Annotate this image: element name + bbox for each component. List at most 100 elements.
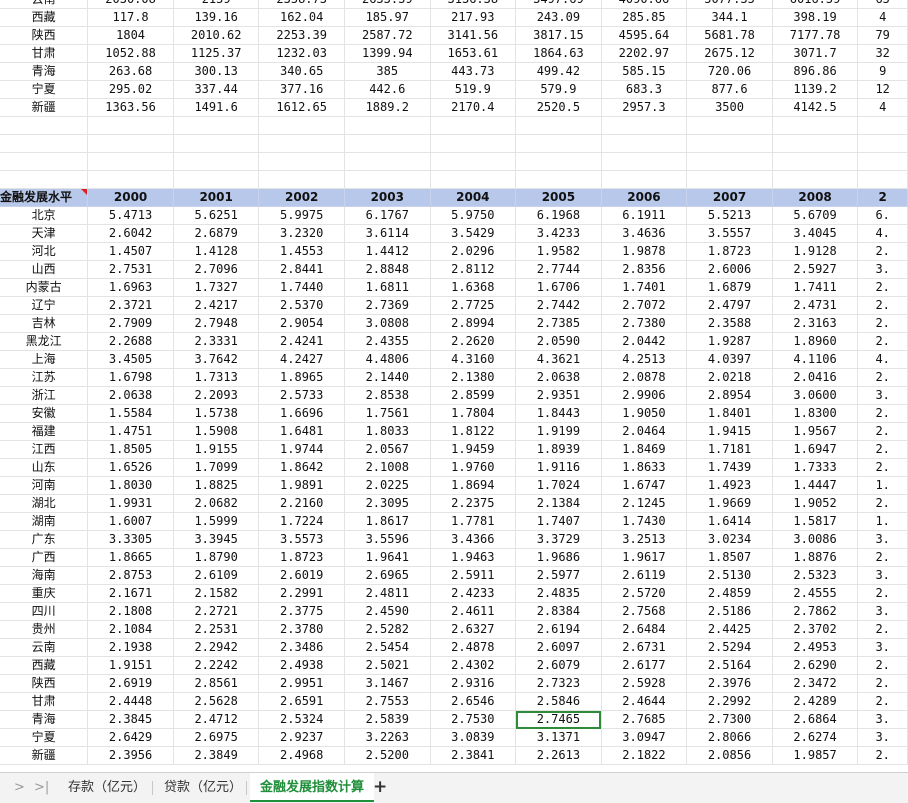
province-cell[interactable]: 新疆	[0, 746, 89, 765]
data-cell[interactable]: 1.7781	[430, 512, 517, 531]
data-cell[interactable]: 499.42	[515, 62, 602, 81]
province-cell[interactable]: 四川	[0, 602, 89, 621]
data-cell[interactable]: 3.0234	[686, 530, 773, 549]
data-cell[interactable]: 2.0225	[344, 476, 431, 495]
data-cell[interactable]: 2.8599	[430, 386, 517, 405]
data-cell[interactable]: 1125.37	[173, 44, 260, 63]
data-cell[interactable]: 2.6484	[601, 620, 688, 639]
data-cell[interactable]: 2007	[686, 188, 773, 207]
data-cell[interactable]: 1.4128	[173, 242, 260, 261]
empty-cell[interactable]	[430, 116, 517, 135]
data-cell[interactable]: 4.1106	[772, 350, 859, 369]
data-cell[interactable]: 2.7465	[515, 710, 602, 729]
empty-cell[interactable]	[173, 170, 260, 189]
data-cell[interactable]: 2.7909	[87, 314, 174, 333]
data-cell[interactable]: 2.0416	[772, 368, 859, 387]
data-cell[interactable]: 1.8939	[515, 440, 602, 459]
data-cell[interactable]: 2.4448	[87, 692, 174, 711]
data-cell[interactable]: 2.0856	[686, 746, 773, 765]
data-cell[interactable]: 2.7568	[601, 602, 688, 621]
data-cell[interactable]: 3.4636	[601, 224, 688, 243]
data-cell[interactable]: 2002	[258, 188, 345, 207]
empty-cell[interactable]	[258, 116, 345, 135]
data-cell[interactable]: 2.5720	[601, 584, 688, 603]
data-cell[interactable]: 3.	[857, 530, 908, 549]
data-cell[interactable]: 1.9155	[173, 440, 260, 459]
data-cell[interactable]: 3.3305	[87, 530, 174, 549]
data-cell[interactable]: 2.	[857, 440, 908, 459]
data-cell[interactable]: 2.6429	[87, 728, 174, 747]
data-cell[interactable]: 1.9931	[87, 494, 174, 513]
data-cell[interactable]: 1.8122	[430, 422, 517, 441]
empty-cell[interactable]	[87, 170, 174, 189]
data-cell[interactable]: 1.8723	[258, 548, 345, 567]
data-cell[interactable]: 5.5213	[686, 206, 773, 225]
tab-deposits[interactable]: 存款（亿元）	[58, 773, 156, 802]
data-cell[interactable]: 2.7553	[344, 692, 431, 711]
data-cell[interactable]: 2.2991	[258, 584, 345, 603]
data-cell[interactable]: 2.5927	[772, 260, 859, 279]
data-cell[interactable]: 3.	[857, 260, 908, 279]
data-cell[interactable]: 6.	[857, 206, 908, 225]
data-cell[interactable]: 1.7224	[258, 512, 345, 531]
data-cell[interactable]: 2.4611	[430, 602, 517, 621]
data-cell[interactable]: 2.6079	[515, 656, 602, 675]
data-cell[interactable]: 263.68	[87, 62, 174, 81]
province-cell[interactable]: 浙江	[0, 386, 89, 405]
data-cell[interactable]: 1.4412	[344, 242, 431, 261]
data-cell[interactable]: 3.6114	[344, 224, 431, 243]
province-cell[interactable]: 内蒙古	[0, 278, 89, 297]
empty-cell[interactable]	[344, 134, 431, 153]
data-cell[interactable]: 1.6414	[686, 512, 773, 531]
empty-cell[interactable]	[515, 116, 602, 135]
data-cell[interactable]: 1399.94	[344, 44, 431, 63]
data-cell[interactable]: 2.0567	[344, 440, 431, 459]
data-cell[interactable]: 2.0464	[601, 422, 688, 441]
data-cell[interactable]: 1.8401	[686, 404, 773, 423]
data-cell[interactable]: 2.	[857, 332, 908, 351]
data-cell[interactable]: 2.1084	[87, 620, 174, 639]
province-cell[interactable]: 上海	[0, 350, 89, 369]
data-cell[interactable]: 5.4713	[87, 206, 174, 225]
data-cell[interactable]: 2004	[430, 188, 517, 207]
data-cell[interactable]: 2.6327	[430, 620, 517, 639]
empty-cell[interactable]	[87, 152, 174, 171]
data-cell[interactable]: 1.8876	[772, 548, 859, 567]
data-cell[interactable]: 285.85	[601, 8, 688, 27]
data-cell[interactable]: 1.9891	[258, 476, 345, 495]
data-cell[interactable]: 2.0296	[430, 242, 517, 261]
data-cell[interactable]: 585.15	[601, 62, 688, 81]
data-cell[interactable]: 2.3702	[772, 620, 859, 639]
data-cell[interactable]: 2008	[772, 188, 859, 207]
data-cell[interactable]: 385	[344, 62, 431, 81]
data-cell[interactable]: 2.7862	[772, 602, 859, 621]
data-cell[interactable]: 1.6481	[258, 422, 345, 441]
data-cell[interactable]: 1653.61	[430, 44, 517, 63]
province-cell[interactable]: 云南	[0, 0, 89, 9]
data-cell[interactable]: 2.6274	[772, 728, 859, 747]
data-cell[interactable]: 2.5628	[173, 692, 260, 711]
data-cell[interactable]: 2.1384	[515, 494, 602, 513]
data-cell[interactable]: 2.4953	[772, 638, 859, 657]
data-cell[interactable]: 2.8561	[173, 674, 260, 693]
data-cell[interactable]: 5077.35	[686, 0, 773, 9]
data-cell[interactable]: 3.2263	[344, 728, 431, 747]
data-cell[interactable]: 4090.66	[601, 0, 688, 9]
data-cell[interactable]: 2.2531	[173, 620, 260, 639]
data-cell[interactable]: 2.5186	[686, 602, 773, 621]
data-cell[interactable]: 1.9878	[601, 242, 688, 261]
data-cell[interactable]: 3.1467	[344, 674, 431, 693]
data-cell[interactable]: 5.9750	[430, 206, 517, 225]
data-cell[interactable]: 1.9459	[430, 440, 517, 459]
data-cell[interactable]: 2006	[601, 188, 688, 207]
data-cell[interactable]: 1.9686	[515, 548, 602, 567]
tab-financial-index[interactable]: 金融发展指数计算	[250, 773, 375, 802]
data-cell[interactable]: 2.3486	[258, 638, 345, 657]
data-cell[interactable]: 2.0878	[601, 368, 688, 387]
empty-cell[interactable]	[0, 116, 89, 135]
data-cell[interactable]: 443.73	[430, 62, 517, 81]
data-cell[interactable]: 1.9463	[430, 548, 517, 567]
data-cell[interactable]: 1.7411	[772, 278, 859, 297]
data-cell[interactable]: 2.3163	[772, 314, 859, 333]
data-cell[interactable]: 2.2942	[173, 638, 260, 657]
